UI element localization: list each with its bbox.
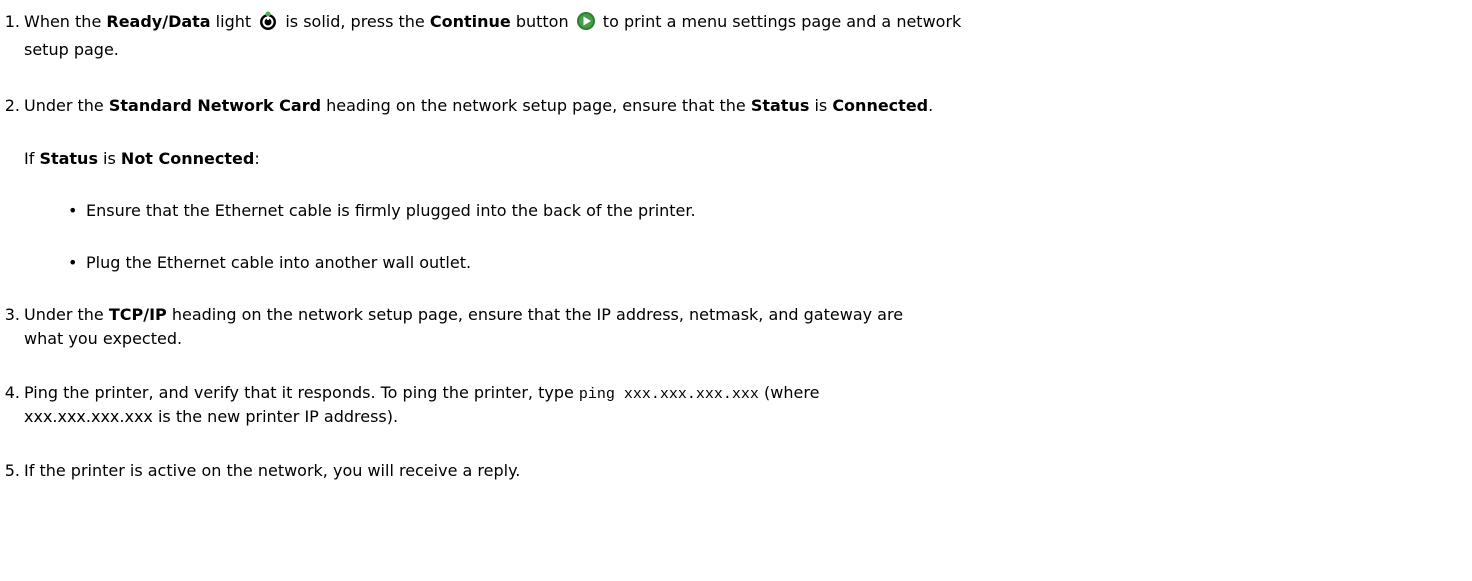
step-number: 5. [4, 461, 20, 480]
step-text: If the printer is active on the network,… [24, 461, 521, 480]
continue-play-icon [576, 12, 595, 30]
step-text-continued: what you expected. [24, 329, 183, 348]
ready-data-term: Ready/Data [106, 12, 211, 31]
step-number: 3. [4, 305, 20, 324]
step-number: 4. [4, 383, 20, 402]
step-text-continued: xxx.xxx.xxx.xxx is the new printer IP ad… [24, 407, 399, 426]
power-light-icon [260, 11, 277, 30]
not-connected-note: If Status is Not Connected: [24, 149, 260, 168]
step-number: 2. [4, 96, 20, 115]
step-text-continued: setup page. [24, 40, 119, 59]
instructions-document: 1. When the Ready/Data light is solid, p… [0, 0, 1472, 581]
step-text: When the Ready/Data light is solid, pres… [24, 11, 962, 31]
bullet-icon: • [68, 201, 78, 220]
continue-term: Continue [429, 12, 511, 31]
step-number: 1. [4, 12, 20, 31]
ping-command: ping xxx.xxx.xxx.xxx [578, 386, 759, 403]
bullet-icon: • [68, 253, 78, 272]
step-text: Under the TCP/IP heading on the network … [24, 305, 904, 324]
step-text: Ping the printer, and verify that it res… [24, 383, 820, 403]
step-text: Under the Standard Network Card heading … [24, 96, 934, 115]
